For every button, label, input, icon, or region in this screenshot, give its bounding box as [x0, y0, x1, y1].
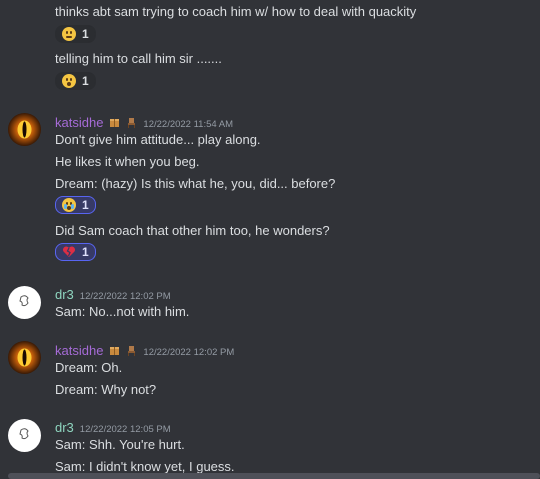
message-header: katsidhe 12/22/2022 11:54 AM: [55, 114, 233, 130]
package-icon: [109, 343, 120, 355]
avatar[interactable]: [8, 113, 41, 146]
timestamp: 12/22/2022 11:54 AM: [143, 119, 234, 130]
reaction-pill[interactable]: 1: [55, 196, 96, 214]
message-text: Sam: Shh. You're hurt.: [55, 437, 185, 452]
username[interactable]: katsidhe: [55, 343, 103, 358]
message-text: telling him to call him sir .......: [55, 51, 222, 66]
reaction-count: 1: [82, 74, 89, 88]
message-text: He likes it when you beg.: [55, 154, 200, 169]
reaction-pill[interactable]: 1: [55, 72, 96, 90]
grimace-face-icon: [62, 27, 76, 41]
message-text: Dream: (hazy) Is this what he, you, did.…: [55, 176, 336, 191]
message-text: Sam: No...not with him.: [55, 304, 190, 319]
message-text: Dream: Why not?: [55, 382, 157, 397]
username[interactable]: dr3: [55, 287, 74, 302]
avatar[interactable]: [8, 341, 41, 374]
message-header: dr3 12/22/2022 12:05 PM: [55, 420, 171, 435]
package-icon: [109, 115, 120, 127]
reaction-pill[interactable]: 1: [55, 243, 96, 261]
reaction-count: 1: [82, 198, 89, 212]
message-text: Did Sam coach that other him too, he won…: [55, 223, 330, 238]
avatar-image: [19, 295, 29, 307]
message-header: dr3 12/22/2022 12:02 PM: [55, 287, 171, 302]
message-text: thinks abt sam trying to coach him w/ ho…: [55, 4, 417, 19]
reaction-pill[interactable]: 1: [55, 25, 96, 43]
avatar[interactable]: [8, 419, 41, 452]
message-text: Dream: Oh.: [55, 360, 123, 375]
message-text: Don't give him attitude... play along.: [55, 132, 261, 147]
username[interactable]: katsidhe: [55, 115, 103, 130]
broken-heart-icon: [62, 245, 76, 259]
timestamp: 12/22/2022 12:02 PM: [79, 291, 171, 302]
reaction-count: 1: [82, 27, 89, 41]
avatar-image: [19, 428, 29, 440]
avatar-image: [17, 348, 32, 367]
chair-icon: [126, 343, 137, 356]
avatar[interactable]: [8, 286, 41, 319]
chat-message-list: thinks abt sam trying to coach him w/ ho…: [0, 0, 540, 479]
reaction-count: 1: [82, 245, 89, 259]
username[interactable]: dr3: [55, 420, 74, 435]
message-header: katsidhe 12/22/2022 12:02 PM: [55, 342, 234, 358]
avatar-image: [17, 120, 32, 139]
chair-icon: [126, 115, 137, 128]
crying-face-icon: [62, 198, 76, 212]
horizontal-scrollbar[interactable]: [8, 473, 540, 479]
timestamp: 12/22/2022 12:05 PM: [79, 424, 171, 435]
astonished-face-icon: [62, 74, 76, 88]
timestamp: 12/22/2022 12:02 PM: [143, 347, 235, 358]
